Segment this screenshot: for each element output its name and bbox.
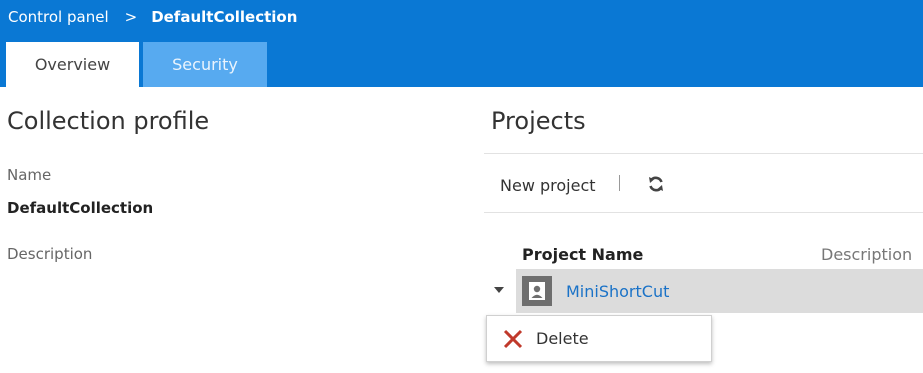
tab-overview[interactable]: Overview	[6, 42, 139, 87]
collection-profile-title: Collection profile	[7, 107, 210, 135]
breadcrumb-separator: >	[124, 8, 138, 26]
refresh-icon[interactable]	[646, 174, 666, 194]
context-menu: Delete	[486, 315, 712, 362]
tab-security[interactable]: Security	[143, 42, 267, 87]
breadcrumb-root[interactable]: Control panel	[8, 8, 109, 26]
column-header-project-name[interactable]: Project Name	[522, 245, 643, 264]
expand-caret-icon[interactable]	[494, 287, 504, 293]
breadcrumb: Control panel > DefaultCollection	[8, 7, 297, 27]
name-value: DefaultCollection	[7, 199, 154, 217]
breadcrumb-current: DefaultCollection	[151, 8, 298, 26]
delete-x-icon[interactable]	[502, 328, 524, 350]
description-label: Description	[7, 245, 93, 263]
header-bar: Control panel > DefaultCollection Overvi…	[0, 0, 923, 87]
toolbar-separator	[619, 175, 620, 191]
delete-menu-item[interactable]: Delete	[536, 329, 589, 348]
collection-profile-panel: Collection profile Name DefaultCollectio…	[0, 87, 480, 373]
column-header-description[interactable]: Description	[821, 245, 912, 264]
name-label: Name	[7, 166, 52, 184]
new-project-button[interactable]: New project	[500, 176, 596, 195]
project-avatar-icon	[522, 276, 552, 306]
project-link[interactable]: MiniShortCut	[566, 282, 669, 301]
projects-divider-top	[484, 153, 923, 154]
projects-title: Projects	[491, 107, 586, 135]
table-row[interactable]: MiniShortCut	[516, 269, 923, 313]
projects-divider-toolbar	[484, 212, 923, 213]
